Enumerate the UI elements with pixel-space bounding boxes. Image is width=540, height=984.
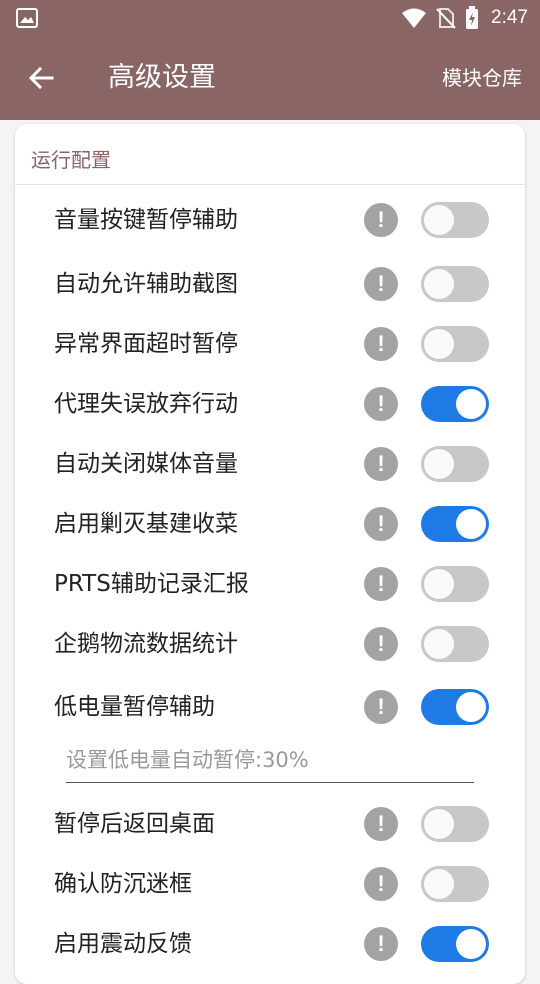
setting-label: 启用剿灭基建收菜 [54, 511, 238, 537]
setting-label: 自动关闭媒体音量 [54, 451, 238, 477]
setting-row-penguin-stats: 企鹅物流数据统计 ! [15, 614, 525, 674]
setting-toggle[interactable] [421, 506, 489, 542]
info-icon[interactable]: ! [364, 387, 398, 421]
setting-label: 代理失误放弃行动 [54, 391, 238, 417]
image-notification-icon [16, 8, 38, 28]
toggle-knob [424, 809, 454, 839]
battery-charging-icon [466, 6, 479, 29]
info-icon[interactable]: ! [364, 867, 398, 901]
setting-toggle[interactable] [421, 806, 489, 842]
clock: 2:47 [491, 7, 528, 28]
toggle-knob [424, 569, 454, 599]
toggle-knob [424, 449, 454, 479]
toggle-knob [424, 869, 454, 899]
wifi-icon [402, 8, 427, 28]
setting-toggle[interactable] [421, 626, 489, 662]
back-button[interactable] [20, 57, 62, 99]
setting-toggle[interactable] [421, 326, 489, 362]
setting-toggle[interactable] [421, 689, 489, 725]
setting-row-abnormal-timeout-pause: 异常界面超时暂停 ! [15, 314, 525, 374]
toggle-knob [456, 929, 486, 959]
setting-row-volume-key-pause: 音量按键暂停辅助 ! [15, 190, 525, 250]
page-title: 高级设置 [108, 62, 216, 93]
setting-row-proxy-error-abandon: 代理失误放弃行动 ! [15, 374, 525, 434]
setting-row-confirm-anti-addiction: 确认防沉迷框 ! [15, 854, 525, 914]
section-title: 运行配置 [31, 148, 111, 172]
toggle-knob [424, 329, 454, 359]
setting-toggle[interactable] [421, 386, 489, 422]
setting-toggle[interactable] [421, 202, 489, 238]
toggle-knob [456, 692, 486, 722]
setting-label: PRTS辅助记录汇报 [54, 571, 249, 597]
setting-label: 启用震动反馈 [54, 931, 192, 957]
setting-label: 低电量暂停辅助 [54, 694, 215, 720]
setting-toggle[interactable] [421, 266, 489, 302]
setting-row-prts-report: PRTS辅助记录汇报 ! [15, 554, 525, 614]
module-repository-button[interactable]: 模块仓库 [442, 64, 522, 92]
setting-toggle[interactable] [421, 866, 489, 902]
setting-row-annihilation-base-collect: 启用剿灭基建收菜 ! [15, 494, 525, 554]
info-icon[interactable]: ! [364, 927, 398, 961]
setting-label: 异常界面超时暂停 [54, 331, 238, 357]
setting-row-auto-mute-media: 自动关闭媒体音量 ! [15, 434, 525, 494]
arrow-left-icon [28, 66, 54, 90]
setting-row-vibration-feedback: 启用震动反馈 ! [15, 914, 525, 974]
setting-label: 企鹅物流数据统计 [54, 631, 238, 657]
setting-row-return-home-after-pause: 暂停后返回桌面 ! [15, 794, 525, 854]
info-icon[interactable]: ! [364, 267, 398, 301]
settings-card: 运行配置 音量按键暂停辅助 ! 自动允许辅助截图 ! 异常界面超时暂停 ! 代理… [15, 124, 525, 984]
info-icon[interactable]: ! [364, 627, 398, 661]
info-icon[interactable]: ! [364, 203, 398, 237]
setting-label: 确认防沉迷框 [54, 871, 192, 897]
info-icon[interactable]: ! [364, 690, 398, 724]
setting-label: 暂停后返回桌面 [54, 811, 215, 837]
section-divider [15, 184, 525, 185]
info-icon[interactable]: ! [364, 567, 398, 601]
no-sim-icon [436, 8, 456, 29]
status-icons: 2:47 [401, 0, 528, 36]
setting-label: 音量按键暂停辅助 [54, 207, 238, 233]
low-battery-threshold-input[interactable]: 设置低电量自动暂停:30% [66, 742, 474, 783]
setting-toggle[interactable] [421, 566, 489, 602]
setting-toggle[interactable] [421, 446, 489, 482]
setting-label: 自动允许辅助截图 [54, 271, 238, 297]
toggle-knob [424, 629, 454, 659]
info-icon[interactable]: ! [364, 447, 398, 481]
info-icon[interactable]: ! [364, 327, 398, 361]
toggle-knob [456, 509, 486, 539]
setting-row-low-battery-pause: 低电量暂停辅助 ! [15, 677, 525, 737]
setting-toggle[interactable] [421, 926, 489, 962]
app-toolbar: 高级设置 模块仓库 [0, 36, 540, 120]
toggle-knob [424, 205, 454, 235]
toggle-knob [424, 269, 454, 299]
setting-row-auto-allow-screenshot: 自动允许辅助截图 ! [15, 254, 525, 314]
toggle-knob [456, 389, 486, 419]
status-bar: 2:47 [0, 0, 540, 36]
info-icon[interactable]: ! [364, 807, 398, 841]
info-icon[interactable]: ! [364, 507, 398, 541]
